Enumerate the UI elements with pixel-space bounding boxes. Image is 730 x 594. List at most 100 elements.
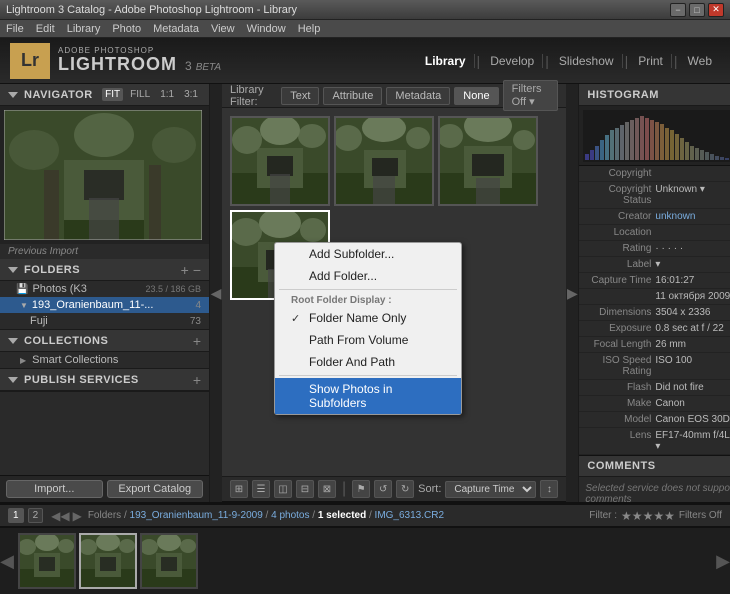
maximize-button[interactable]: □ (689, 3, 705, 17)
filter-none-button[interactable]: None (454, 87, 498, 105)
smart-collections-label: Smart Collections (32, 354, 118, 366)
nav-next-icon[interactable]: ▶ (73, 509, 82, 523)
creator-value[interactable]: unknown (655, 211, 730, 222)
zoom-1-1[interactable]: 1:1 (157, 88, 177, 101)
photo-thumb-2[interactable] (334, 116, 434, 206)
film-thumb-1[interactable] (18, 533, 76, 589)
rotate-left-icon[interactable]: ↺ (374, 480, 392, 498)
left-panel: Navigator FIT FILL 1:1 3:1 (0, 84, 210, 502)
filmstrip-filters-off[interactable]: Filters Off (679, 510, 722, 521)
folder-photos-k3[interactable]: 💾 Photos (K3 23.5 / 186 GB (0, 281, 209, 297)
filter-metadata-button[interactable]: Metadata (386, 87, 450, 105)
photo-thumb-1[interactable] (230, 116, 330, 206)
page-1-button[interactable]: 1 (8, 508, 24, 523)
folders-remove-button[interactable]: − (193, 263, 201, 277)
rating-label: Rating (585, 243, 655, 254)
survey-view-icon[interactable]: ⊟ (296, 480, 314, 498)
menu-bar: File Edit Library Photo Metadata View Wi… (0, 20, 730, 38)
filters-off-button[interactable]: Filters Off ▾ (503, 80, 559, 111)
ctx-add-folder[interactable]: Add Folder... (275, 265, 461, 287)
publish-collapse-icon (8, 377, 18, 383)
menu-help[interactable]: Help (298, 23, 321, 35)
film-thumb-3-inner (142, 535, 196, 587)
label-field-value[interactable]: ▾ (655, 259, 730, 270)
grid-view-icon[interactable]: ⊞ (230, 480, 248, 498)
folders-add-button[interactable]: + (181, 263, 189, 277)
module-develop[interactable]: Develop (482, 54, 543, 68)
date-value[interactable]: 11 октября 2009 г. ▾ (655, 291, 730, 302)
nav-prev-icon[interactable]: ◀◀ (51, 509, 69, 523)
rating-value[interactable]: · · · · · (655, 243, 730, 254)
menu-library[interactable]: Library (67, 23, 101, 35)
focal-length-label: Focal Length (585, 339, 655, 350)
module-library[interactable]: Library (417, 54, 475, 68)
loupe-view-icon[interactable]: ☰ (252, 480, 270, 498)
publish-services-header[interactable]: Publish Services + (0, 369, 209, 391)
filmstrip-stars[interactable]: ★★★★★ (621, 509, 675, 523)
metadata-exposure: Exposure 0.8 sec at f / 22 (579, 321, 730, 337)
left-panel-collapse-arrow[interactable]: ◀ (210, 84, 222, 502)
zoom-fill[interactable]: FILL (127, 88, 153, 101)
zoom-fit[interactable]: FIT (102, 88, 123, 101)
folder-fuji[interactable]: Fuji 73 (0, 313, 209, 329)
module-print[interactable]: Print (630, 54, 672, 68)
module-web[interactable]: Web (680, 54, 720, 68)
import-button[interactable]: Import... (6, 480, 103, 498)
filmstrip-right-arrow[interactable]: ▶ (716, 528, 730, 594)
flag-icon[interactable]: ⚑ (352, 480, 370, 498)
comments-header[interactable]: Comments ▾ (579, 455, 730, 477)
sort-direction-icon[interactable]: ↕ (540, 480, 558, 498)
navigator-header[interactable]: Navigator FIT FILL 1:1 3:1 (0, 84, 209, 106)
rotate-right-icon[interactable]: ↻ (396, 480, 414, 498)
copyright-status-label: Copyright Status (585, 184, 655, 206)
menu-file[interactable]: File (6, 23, 24, 35)
lens-value[interactable]: EF17-40mm f/4L US ▾ (655, 430, 730, 452)
ctx-folder-name-only[interactable]: ✓ Folder Name Only (275, 307, 461, 329)
metadata-lens: Lens EF17-40mm f/4L US ▾ (579, 428, 730, 455)
collections-header[interactable]: Collections + (0, 330, 209, 352)
menu-window[interactable]: Window (247, 23, 286, 35)
module-slideshow[interactable]: Slideshow (551, 54, 623, 68)
folder-photos-k3-size: 23.5 / 186 GB (145, 284, 201, 294)
zoom-3-1[interactable]: 3:1 (181, 88, 201, 101)
collections-add-button[interactable]: + (193, 334, 201, 348)
publish-add-button[interactable]: + (193, 373, 201, 387)
menu-photo[interactable]: Photo (112, 23, 141, 35)
photo-thumb-3[interactable] (438, 116, 538, 206)
film-thumb-2[interactable] (79, 533, 137, 589)
metadata-iso: ISO Speed Rating ISO 100 (579, 353, 730, 380)
date-label (585, 291, 655, 302)
people-view-icon[interactable]: ⊠ (318, 480, 336, 498)
folders-header[interactable]: Folders + − (0, 259, 209, 281)
film-thumb-3[interactable] (140, 533, 198, 589)
ctx-add-subfolder[interactable]: Add Subfolder... (275, 243, 461, 265)
close-button[interactable]: ✕ (708, 3, 724, 17)
right-panel: Histogram ▾ (578, 84, 730, 502)
menu-view[interactable]: View (211, 23, 235, 35)
navigator-image (4, 110, 202, 240)
film-thumb-1-inner (20, 535, 74, 587)
compare-view-icon[interactable]: ◫ (274, 480, 292, 498)
copyright-status-value[interactable]: Unknown ▾ (655, 184, 730, 206)
sort-select[interactable]: Capture Time File Name Rating (445, 481, 536, 498)
path-file: IMG_6313.CR2 (375, 510, 444, 521)
filter-text-button[interactable]: Text (281, 87, 319, 105)
right-center-arrow[interactable]: ▶ (566, 84, 578, 502)
folders-title: Folders (24, 264, 80, 276)
menu-metadata[interactable]: Metadata (153, 23, 199, 35)
minimize-button[interactable]: − (670, 3, 686, 17)
filmstrip-left-arrow[interactable]: ◀ (0, 528, 14, 594)
export-catalog-button[interactable]: Export Catalog (107, 480, 204, 498)
capture-time-value: 16:01:27 (655, 275, 730, 286)
ctx-folder-and-path[interactable]: Folder And Path (275, 351, 461, 373)
page-2-button[interactable]: 2 (28, 508, 44, 523)
menu-edit[interactable]: Edit (36, 23, 55, 35)
histogram-header[interactable]: Histogram ▾ (579, 84, 730, 106)
folder-oranienbaum[interactable]: ▼ 193_Oranienbaum_11-... 4 (0, 297, 209, 313)
ctx-path-from-volume[interactable]: Path From Volume (275, 329, 461, 351)
label-field-label: Label (585, 259, 655, 270)
smart-collections-item[interactable]: ▶ Smart Collections (0, 352, 209, 368)
ctx-show-photos-subfolders[interactable]: Show Photos in Subfolders (275, 378, 461, 414)
filter-attribute-button[interactable]: Attribute (323, 87, 382, 105)
exposure-label: Exposure (585, 323, 655, 334)
